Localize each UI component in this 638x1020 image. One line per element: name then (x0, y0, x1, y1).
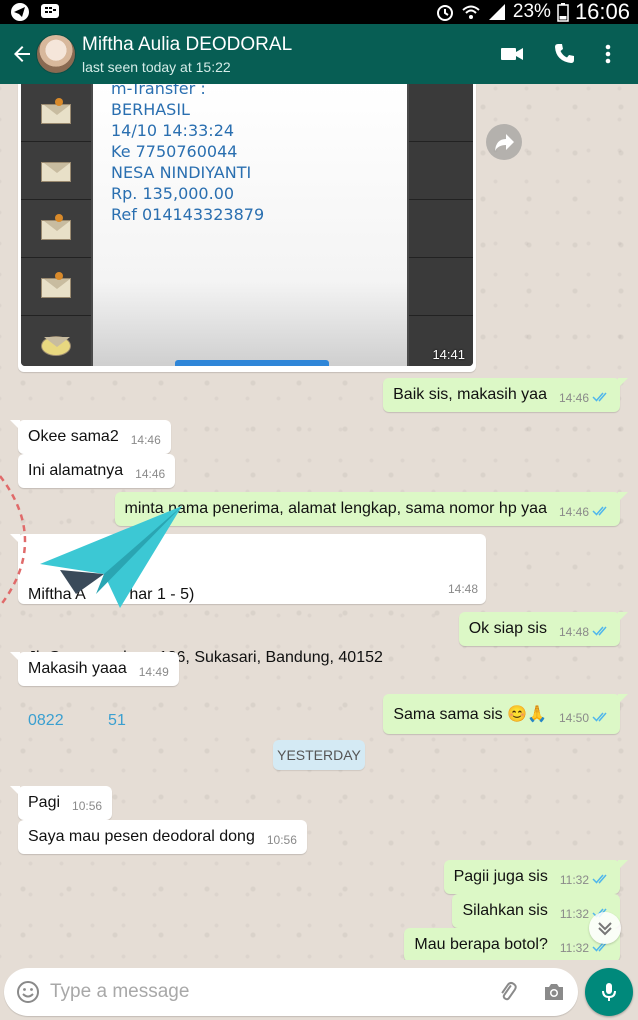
sms-screen: m-Transfer : BERHASIL 14/10 14:33:24 Ke … (93, 84, 407, 366)
read-ticks-icon (592, 712, 607, 722)
contact-name[interactable]: Miftha Aulia DEODORAL (82, 34, 292, 56)
read-ticks-icon (592, 506, 607, 516)
paper-plane-sticker (40, 506, 182, 608)
more-vert-icon[interactable] (594, 40, 622, 68)
status-bar: 23% 16:06 (0, 0, 638, 24)
outgoing-message[interactable]: Pagii juga sis 11:32 (443, 860, 629, 894)
video-call-icon[interactable] (498, 40, 526, 68)
message-time: 11:32 (559, 873, 589, 887)
read-ticks-icon (592, 874, 607, 884)
read-ticks-icon (592, 626, 607, 636)
wifi-icon (462, 5, 480, 19)
incoming-message[interactable]: Saya mau pesen deodoral dong 10:56 (18, 820, 307, 854)
scroll-down-icon[interactable] (589, 912, 621, 944)
message-text: Saya mau pesen deodoral dong (28, 828, 255, 845)
message-text: Pagi (28, 794, 61, 811)
outgoing-message[interactable]: Sama sama sis 😊🙏 14:50 (383, 694, 628, 734)
mic-button[interactable] (585, 968, 633, 1016)
incoming-message[interactable]: Okee sama2 14:46 (10, 420, 171, 454)
message-input[interactable] (50, 978, 480, 1006)
image-message[interactable]: m-Transfer : BERHASIL 14/10 14:33:24 Ke … (18, 84, 476, 372)
avatar[interactable] (36, 34, 76, 74)
mic-icon (602, 983, 616, 1001)
message-text: Mau berapa botol? (414, 936, 548, 953)
composer (4, 968, 578, 1016)
chat-area[interactable]: m-Transfer : BERHASIL 14/10 14:33:24 Ke … (0, 84, 638, 960)
message-time: 14:48 (447, 582, 478, 596)
message-time: 11:32 (559, 907, 589, 921)
outgoing-message[interactable]: minta nama penerima, alamat lengkap, sam… (114, 492, 629, 526)
message-text: Ok siap sis (468, 620, 547, 637)
bbm-icon (41, 4, 59, 18)
composer-bar (0, 960, 638, 1020)
message-time: 10:56 (72, 799, 103, 813)
forward-icon[interactable] (486, 124, 522, 160)
battery-percent: 23% (512, 1, 551, 22)
clock: 16:06 (574, 0, 630, 24)
message-text: Pagii juga sis (453, 868, 548, 885)
camera-icon[interactable] (542, 980, 566, 1004)
back-arrow-icon[interactable] (10, 42, 34, 66)
message-text: Sama sama sis 😊🙏 (393, 706, 547, 723)
read-ticks-icon (592, 392, 607, 402)
sms-button-bar (175, 360, 329, 366)
message-text: Silahkan sis (462, 902, 548, 919)
message-time: 14:41 (432, 347, 465, 362)
phone-icon[interactable] (550, 40, 578, 68)
date-divider: YESTERDAY (273, 740, 365, 770)
message-time: 14:46 (558, 505, 589, 519)
message-text: Makasih yaaa (28, 660, 127, 677)
outgoing-message[interactable]: Baik sis, makasih yaa 14:46 (383, 378, 628, 412)
attach-icon[interactable] (496, 980, 520, 1004)
telegram-icon (11, 3, 29, 21)
message-time: 14:46 (130, 433, 161, 447)
incoming-message[interactable]: Pagi 10:56 (9, 786, 113, 820)
message-time: 14:49 (138, 665, 169, 679)
message-text: Okee sama2 (28, 428, 119, 445)
sms-list (21, 84, 91, 366)
message-time: 14:46 (558, 391, 589, 405)
message-time: 14:50 (558, 711, 589, 725)
message-time: 14:48 (558, 625, 589, 639)
transfer-details: m-Transfer : BERHASIL 14/10 14:33:24 Ke … (111, 84, 265, 224)
dashed-arc-decoration (0, 475, 27, 607)
message-text: minta nama penerima, alamat lengkap, sam… (124, 500, 547, 517)
incoming-message[interactable]: Makasih yaaa 14:49 (10, 652, 179, 686)
chat-header: Miftha Aulia DEODORAL last seen today at… (0, 24, 638, 84)
alarm-icon (436, 5, 453, 21)
emoji-icon[interactable] (16, 980, 40, 1004)
signal-icon (488, 4, 505, 20)
message-text: Baik sis, makasih yaa (393, 386, 547, 403)
transfer-screenshot-image[interactable]: m-Transfer : BERHASIL 14/10 14:33:24 Ke … (21, 84, 473, 366)
outgoing-message[interactable]: Mau berapa botol? 11:32 (404, 928, 620, 960)
last-seen-status: last seen today at 15:22 (82, 59, 231, 75)
outgoing-message[interactable]: Ok siap sis 14:48 (458, 612, 629, 646)
message-time: 14:46 (135, 467, 166, 481)
message-time: 10:56 (266, 833, 297, 847)
battery-icon (557, 3, 569, 22)
message-time: 11:32 (559, 941, 589, 955)
